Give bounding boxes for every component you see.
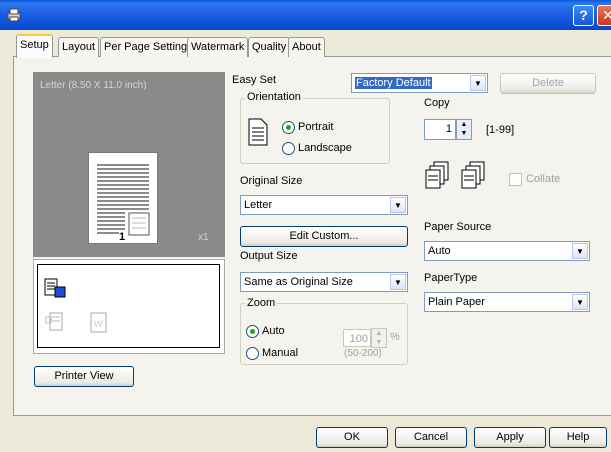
paper-source-value: Auto bbox=[428, 245, 451, 257]
tab-setup[interactable]: Setup bbox=[16, 34, 53, 58]
original-size-label: Original Size bbox=[240, 175, 303, 187]
paper-size-label: Letter (8.50 X 11.0 inch) bbox=[40, 80, 147, 91]
easy-set-label: Easy Set bbox=[232, 74, 277, 86]
paper-type-label: PaperType bbox=[424, 272, 478, 284]
copy-range: [1-99] bbox=[486, 124, 515, 136]
watermark-page-icon: W bbox=[90, 312, 107, 333]
orientation-legend: Orientation bbox=[245, 91, 303, 103]
chevron-down-icon: ▼ bbox=[572, 243, 588, 259]
copy-input[interactable]: 1 bbox=[424, 119, 456, 140]
help-button[interactable]: Help bbox=[549, 427, 607, 448]
help-title-button[interactable]: ? bbox=[573, 5, 594, 26]
portrait-radio[interactable] bbox=[282, 121, 295, 134]
page-number: 1 bbox=[119, 231, 126, 243]
cancel-button[interactable]: Cancel bbox=[395, 427, 467, 448]
ok-button[interactable]: OK bbox=[316, 427, 388, 448]
original-size-value: Letter bbox=[244, 199, 273, 211]
edit-custom-button[interactable]: Edit Custom... bbox=[240, 226, 408, 247]
zoom-spin-buttons[interactable]: ▲ ▼ bbox=[371, 328, 387, 348]
portrait-page-icon bbox=[248, 118, 268, 146]
apply-button[interactable]: Apply bbox=[474, 427, 546, 448]
copies-marker: x1 bbox=[198, 232, 209, 243]
paper-type-value: Plain Paper bbox=[428, 296, 485, 308]
chevron-down-icon: ▼ bbox=[390, 274, 406, 290]
printer-icon bbox=[7, 8, 21, 22]
title-bar bbox=[0, 0, 611, 30]
collate-label: Collate bbox=[526, 173, 561, 185]
zoom-manual-radio[interactable] bbox=[246, 347, 259, 360]
copy-spin-buttons[interactable]: ▲ ▼ bbox=[456, 119, 472, 140]
easy-set-select[interactable]: Factory Default ▼ bbox=[351, 73, 488, 93]
close-button[interactable]: ✕ bbox=[597, 5, 611, 26]
chevron-down-icon: ▼ bbox=[572, 294, 588, 310]
printer-view-button[interactable]: Printer View bbox=[34, 366, 134, 387]
output-size-value: Same as Original Size bbox=[244, 276, 353, 288]
staple-icon bbox=[45, 312, 63, 331]
portrait-label: Portrait bbox=[298, 121, 334, 133]
copy-label: Copy bbox=[424, 97, 450, 109]
tab-about[interactable]: About bbox=[288, 37, 325, 57]
tab-quality[interactable]: Quality bbox=[248, 37, 291, 57]
svg-text:W: W bbox=[94, 319, 103, 329]
delete-button[interactable]: Delete bbox=[500, 73, 596, 94]
easy-set-value: Factory Default bbox=[355, 77, 432, 89]
zoom-auto-radio[interactable] bbox=[246, 325, 259, 338]
landscape-radio[interactable] bbox=[282, 142, 295, 155]
collate-pages-icon bbox=[425, 161, 485, 189]
zoom-legend: Zoom bbox=[245, 297, 278, 309]
landscape-label: Landscape bbox=[298, 142, 352, 154]
tab-layout[interactable]: Layout bbox=[58, 37, 100, 57]
collate-checkbox[interactable] bbox=[509, 173, 522, 186]
printer-to-pc-icon bbox=[44, 278, 66, 298]
chevron-down-icon: ▼ bbox=[470, 75, 486, 91]
paper-source-label: Paper Source bbox=[424, 221, 492, 233]
tab-per-page-setting[interactable]: Per Page Setting bbox=[100, 37, 192, 57]
output-size-select[interactable]: Same as Original Size ▼ bbox=[240, 272, 408, 292]
zoom-manual-label: Manual bbox=[262, 347, 299, 359]
tab-watermark[interactable]: Watermark bbox=[187, 37, 249, 57]
output-size-label: Output Size bbox=[240, 250, 298, 262]
paper-source-select[interactable]: Auto ▼ bbox=[424, 241, 590, 261]
zoom-unit: % bbox=[390, 331, 400, 343]
chevron-down-icon: ▼ bbox=[390, 197, 406, 213]
original-size-select[interactable]: Letter ▼ bbox=[240, 195, 408, 215]
zoom-auto-label: Auto bbox=[262, 325, 285, 337]
zoom-range: (50-200) bbox=[344, 348, 382, 359]
paper-type-select[interactable]: Plain Paper ▼ bbox=[424, 292, 590, 312]
zoom-percent-input[interactable]: 100 bbox=[343, 329, 371, 347]
